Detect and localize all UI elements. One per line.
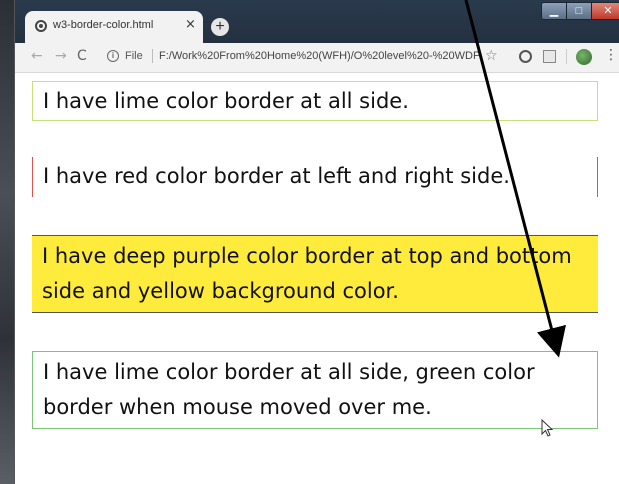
- extension-icon[interactable]: [543, 50, 556, 63]
- lime-border-box: I have lime color border at all side.: [32, 81, 598, 121]
- tab-close-icon[interactable]: ×: [185, 18, 196, 31]
- red-border-box: I have red color border at left and righ…: [32, 157, 598, 197]
- hover-green-border-box[interactable]: I have lime color border at all side, gr…: [32, 351, 598, 429]
- bookmark-star-icon[interactable]: ☆: [485, 48, 498, 64]
- desktop-background: [0, 0, 14, 484]
- browser-tab[interactable]: w3-border-color.html ×: [25, 11, 203, 43]
- browser-toolbar: ← → C i File F:/Work%20From%20Home%20(WF…: [15, 43, 619, 73]
- file-label: File: [125, 50, 143, 62]
- title-bar: w3-border-color.html × + ▁ □ ✕: [15, 0, 619, 43]
- profile-avatar[interactable]: [576, 49, 592, 65]
- browser-window: w3-border-color.html × + ▁ □ ✕ ← → C i F…: [14, 0, 619, 484]
- forward-arrow-icon[interactable]: →: [55, 49, 67, 63]
- purple-border-yellow-box: I have deep purple color border at top a…: [32, 235, 598, 313]
- minimize-button[interactable]: ▁: [541, 2, 567, 20]
- close-window-button[interactable]: ✕: [591, 2, 619, 20]
- page-content: I have lime color border at all side. I …: [15, 73, 619, 484]
- globe-icon: [35, 20, 47, 32]
- toolbar-separator: [566, 49, 567, 64]
- info-icon[interactable]: i: [107, 50, 119, 62]
- reload-icon[interactable]: C: [77, 49, 87, 63]
- maximize-button[interactable]: □: [566, 2, 592, 20]
- menu-icon[interactable]: ⋮: [604, 48, 618, 62]
- new-tab-button[interactable]: +: [211, 18, 229, 36]
- address-bar[interactable]: F:/Work%20From%20Home%20(WFH)/O%20level%…: [159, 50, 481, 62]
- back-arrow-icon[interactable]: ←: [31, 49, 43, 63]
- tab-title: w3-border-color.html: [53, 19, 154, 31]
- opera-extension-icon[interactable]: [519, 50, 532, 63]
- mouse-pointer-icon: [541, 419, 554, 437]
- url-separator: [152, 49, 153, 63]
